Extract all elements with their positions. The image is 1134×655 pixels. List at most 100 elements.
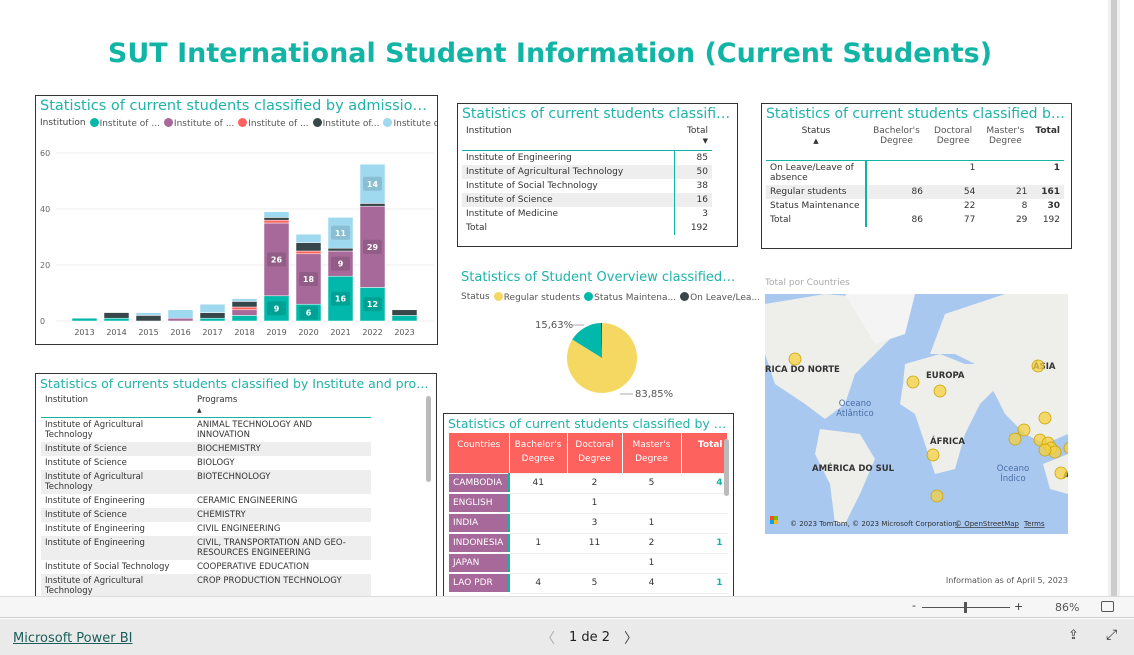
bar-segment[interactable] xyxy=(263,219,290,224)
map-bubble[interactable] xyxy=(930,489,944,503)
terms-link[interactable]: Terms xyxy=(1023,520,1045,528)
table-row[interactable]: Institute of Social Technology COOPERATIV… xyxy=(41,560,371,574)
bar-segment[interactable] xyxy=(391,309,418,316)
power-bi-link[interactable]: Microsoft Power BI xyxy=(13,631,132,646)
table-row[interactable]: Total 86 77 29 192 xyxy=(766,212,1064,227)
prev-page-button[interactable]: 〈 xyxy=(541,628,555,648)
col-header-bachelor[interactable]: Bachelor's Degree xyxy=(866,124,927,160)
legend-item[interactable]: Institute of ... xyxy=(89,118,160,129)
bar-segment[interactable] xyxy=(263,217,290,221)
table-row[interactable]: Institute of Agricultural Technology BIOT… xyxy=(41,470,371,494)
status-table-card[interactable]: Statistics of current students classifie… xyxy=(761,103,1072,249)
table-row[interactable]: Institute of Medicine 3 xyxy=(462,206,712,221)
col-header-master[interactable]: Master's Degree xyxy=(622,433,682,474)
legend-item[interactable]: Status Maintena... xyxy=(584,292,676,303)
bar-segment[interactable] xyxy=(199,303,226,313)
table-row[interactable]: Total 192 xyxy=(462,220,712,235)
col-header-doctoral[interactable]: Doctoral Degree xyxy=(567,433,623,474)
bar-segment[interactable] xyxy=(231,306,258,311)
legend-item[interactable]: Regular students xyxy=(493,292,580,303)
bar-segment[interactable] xyxy=(103,312,130,319)
legend-item[interactable]: Institute of ... xyxy=(238,118,309,129)
bar-segment[interactable] xyxy=(199,312,226,319)
table-row[interactable]: On Leave/Leave of absence 1 1 xyxy=(766,160,1064,185)
table-row[interactable]: JAPAN 1 xyxy=(449,553,728,574)
next-page-button[interactable]: 〉 xyxy=(624,628,638,648)
share-icon[interactable]: ⇪ xyxy=(1068,628,1079,643)
map-bubble[interactable] xyxy=(1017,423,1031,437)
col-header-total[interactable]: Total xyxy=(1031,124,1064,160)
table-row[interactable]: CAMBODIA 41 2 5 4 xyxy=(449,473,728,494)
table-row[interactable]: Institute of Science BIOCHEMISTRY xyxy=(41,442,371,456)
col-header-institution[interactable]: Institution xyxy=(41,393,193,418)
map-bubble[interactable] xyxy=(1008,432,1022,446)
map-bubble[interactable] xyxy=(1038,443,1052,457)
bar-segment[interactable] xyxy=(359,203,386,207)
bar-segment[interactable] xyxy=(263,211,290,218)
legend-item[interactable]: On Leave/Lea... xyxy=(680,292,760,303)
faculty-table-card[interactable]: Statistics of current students classifie… xyxy=(457,103,738,247)
map-bubble[interactable] xyxy=(1038,411,1052,425)
page-scrollbar[interactable] xyxy=(1108,0,1120,596)
openstreetmap-link[interactable]: © OpenStreetMap xyxy=(955,520,1020,528)
table-row[interactable]: Institute of Agricultural Technology 50 xyxy=(462,164,712,179)
scrollbar[interactable] xyxy=(724,439,729,496)
bar-segment[interactable] xyxy=(327,247,354,252)
map-bubble[interactable] xyxy=(788,352,802,366)
table-row[interactable]: Regular students 86 54 21 161 xyxy=(766,184,1064,199)
col-header-total[interactable]: Total xyxy=(681,433,728,474)
zoom-slider[interactable] xyxy=(922,602,1010,613)
bar-segment[interactable] xyxy=(295,250,322,255)
legend-item[interactable]: Institute of... xyxy=(312,118,379,129)
bar-segment[interactable] xyxy=(167,317,194,322)
col-header-master[interactable]: Master's Degree xyxy=(979,124,1031,160)
bar-segment[interactable] xyxy=(135,315,162,322)
bar-segment[interactable] xyxy=(231,315,258,322)
map-bubble[interactable] xyxy=(906,375,920,389)
bar-segment[interactable] xyxy=(199,317,226,322)
col-header-bachelor[interactable]: Bachelor's Degree xyxy=(509,433,568,474)
col-header-programs[interactable]: Programs ▲ xyxy=(193,393,371,418)
program-table-card[interactable]: Statistics of currents students classifi… xyxy=(35,373,437,603)
map-bubble[interactable] xyxy=(933,384,947,398)
bar-segment[interactable] xyxy=(135,312,162,316)
table-row[interactable]: Institute of Engineering CIVIL, TRANSPORT… xyxy=(41,536,371,560)
zoom-slider-thumb[interactable] xyxy=(964,602,967,613)
table-row[interactable]: INDIA 3 1 xyxy=(449,513,728,534)
table-row[interactable]: Institute of Science CHEMISTRY xyxy=(41,508,371,522)
col-header-status[interactable]: Status ▲ xyxy=(766,124,866,160)
scrollbar[interactable] xyxy=(426,396,431,482)
bar-segment[interactable] xyxy=(231,301,258,308)
bar-segment[interactable] xyxy=(295,233,322,243)
table-row[interactable]: Institute of Science 16 xyxy=(462,192,712,207)
table-row[interactable]: Institute of Engineering CIVIL ENGINEERIN… xyxy=(41,522,371,536)
table-row[interactable]: INDONESIA 1 11 2 1 xyxy=(449,533,728,554)
col-header-doctoral[interactable]: Doctoral Degree xyxy=(927,124,979,160)
bar-segment[interactable] xyxy=(295,242,322,252)
col-header-institution[interactable]: Institution xyxy=(462,124,675,150)
admission-year-chart[interactable]: Statistics of current students classifie… xyxy=(35,95,438,345)
bar-segment[interactable] xyxy=(391,315,418,322)
map-bubble[interactable] xyxy=(1031,359,1045,373)
bar-segment[interactable] xyxy=(231,298,258,302)
table-row[interactable]: Institute of Agricultural Technology ANIM… xyxy=(41,418,371,443)
zoom-in-button[interactable]: + xyxy=(1014,600,1023,613)
country-table-card[interactable]: Statistics of current students classifie… xyxy=(443,413,734,603)
table-row[interactable]: LAO PDR 4 5 4 1 xyxy=(449,573,728,594)
zoom-out-button[interactable]: - xyxy=(912,599,916,612)
fullscreen-icon[interactable]: ⤢ xyxy=(1106,627,1117,643)
table-row[interactable]: Institute of Agricultural Technology CROP… xyxy=(41,574,371,598)
table-row[interactable]: ENGLISH 1 xyxy=(449,493,728,514)
table-row[interactable]: Institute of Engineering 85 xyxy=(462,150,712,165)
col-header-total[interactable]: Total ▼ xyxy=(675,124,712,150)
bar-segment[interactable] xyxy=(167,309,194,319)
legend-item[interactable]: Institute of... xyxy=(383,118,437,129)
table-row[interactable]: Institute of Engineering CERAMIC ENGINEER… xyxy=(41,494,371,508)
bar-segment[interactable] xyxy=(71,317,98,322)
legend-item[interactable]: Institute of ... xyxy=(163,118,234,129)
table-row[interactable]: Status Maintenance 22 8 30 xyxy=(766,198,1064,213)
fit-to-page-icon[interactable] xyxy=(1101,601,1114,612)
bar-segment[interactable] xyxy=(103,317,130,322)
col-header-countries[interactable]: Countries xyxy=(449,433,510,474)
map-bubble[interactable] xyxy=(926,448,940,462)
